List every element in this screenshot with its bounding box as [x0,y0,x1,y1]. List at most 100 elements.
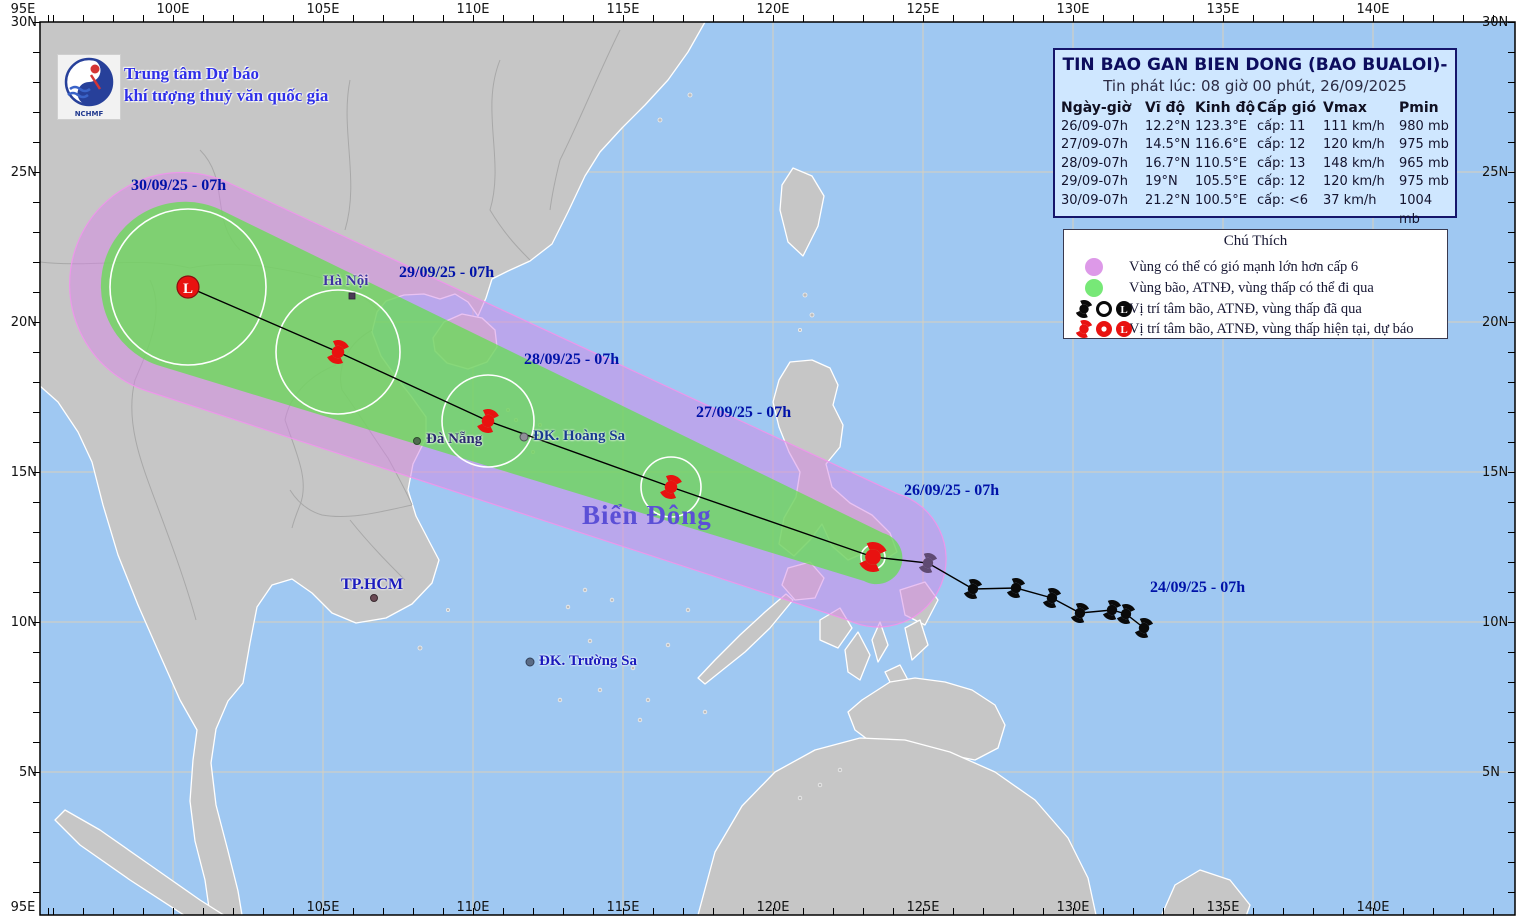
table-cell: 105.5°E [1195,173,1257,192]
col-header: Vĩ độ [1145,99,1195,118]
lon-label-top: 135E [1201,2,1245,17]
legend-item-label: Vị trí tâm bão, ATNĐ, vùng thấp hiện tại… [1129,321,1414,338]
table-cell: 30/09-07h [1061,192,1145,229]
svg-text:L: L [1120,304,1127,316]
table-cell: 110.5°E [1195,155,1257,174]
lon-label-top: 130E [1051,2,1095,17]
legend-title: Chú Thích [1064,233,1447,250]
table-cell: 14.5°N [1145,136,1195,155]
lat-label-left: 20N [3,315,37,330]
agency-name-line2: khí tượng thuỷ văn quốc gia [124,86,328,106]
lat-label-left: 5N [3,765,37,780]
green-area-icon [1072,278,1132,298]
table-cell: 975 mb [1399,136,1453,155]
lat-label-right: 15N [1482,465,1516,480]
lon-label-top: 115E [601,2,645,17]
col-header: Cấp gió [1257,99,1323,118]
col-header: Pmin [1399,99,1453,118]
track-date-label: 29/09/25 - 07h [399,264,494,282]
city-label-hoangsa: ĐK. Hoàng Sa [533,428,625,445]
track-date-label: 27/09/25 - 07h [696,404,791,422]
track-date-label: 24/09/25 - 07h [1150,579,1245,597]
table-cell: 26/09-07h [1061,118,1145,137]
storm-forecast-map-page: L 95E 100E 105E 110E 115E 120E 125E 130E… [0,0,1519,919]
logo-text: NCHMF [58,110,120,118]
lon-label-top: 105E [301,2,345,17]
tphcm-marker [371,595,378,602]
table-cell: 148 km/h [1323,155,1399,174]
table-cell: 111 km/h [1323,118,1399,137]
table-cell: 975 mb [1399,173,1453,192]
bulletin-info-box: TIN BAO GAN BIEN DONG (BAO BUALOI)- Tin … [1053,48,1457,218]
agency-name-line1: Trung tâm Dự báo [124,64,259,84]
legend: Chú Thích Vùng có thể có gió mạnh lớn hơ… [1063,229,1448,339]
lat-label-right: 10N [1482,615,1516,630]
lat-label-left: 10N [3,615,37,630]
table-cell: cấp: 12 [1257,173,1323,192]
city-label-tphcm: TP.HCM [341,576,403,594]
table-cell: cấp: 13 [1257,155,1323,174]
col-header: Ngày-giờ [1061,99,1145,118]
city-label-hanoi: Hà Nội [323,273,368,290]
danang-marker [414,438,421,445]
lon-label-bottom: 110E [451,900,495,915]
table-cell: 37 km/h [1323,192,1399,229]
lon-label-bottom: 130E [1051,900,1095,915]
lat-label-right: 5N [1482,765,1516,780]
past-position-icons: L [1072,299,1132,319]
legend-item-label: Vùng có thể có gió mạnh lớn hơn cấp 6 [1129,259,1358,276]
track-date-label: 26/09/25 - 07h [904,482,999,500]
table-cell: 100.5°E [1195,192,1257,229]
lon-label-top: 125E [901,2,945,17]
city-label-truongsa: ĐK. Trường Sa [539,653,637,670]
legend-item-label: Vùng bão, ATNĐ, vùng thấp có thể đi qua [1129,280,1374,297]
hoangsa-marker [520,433,528,441]
col-header: Kinh độ [1195,99,1257,118]
lon-label-top: 120E [751,2,795,17]
table-cell: 980 mb [1399,118,1453,137]
lat-label-left: 25N [3,165,37,180]
city-label-danang: Đà Nẵng [426,431,482,448]
svg-text:L: L [183,281,193,297]
table-cell: 28/09-07h [1061,155,1145,174]
table-cell: 120 km/h [1323,173,1399,192]
lat-label-left: 15N [3,465,37,480]
bulletin-issued-time: Tin phát lúc: 08 giờ 00 phút, 26/09/2025 [1055,77,1455,95]
lon-label-bottom: 140E [1351,900,1395,915]
table-cell: 19°N [1145,173,1195,192]
bulletin-title: TIN BAO GAN BIEN DONG (BAO BUALOI)- [1055,55,1455,75]
table-cell: 29/09-07h [1061,173,1145,192]
sea-name-label: Biển Đông [582,500,712,531]
lon-label-top: 110E [451,2,495,17]
lon-label-bottom: 105E [301,900,345,915]
table-cell: 123.3°E [1195,118,1257,137]
lon-label-top: 140E [1351,2,1395,17]
svg-text:L: L [1120,324,1127,336]
table-cell: 27/09-07h [1061,136,1145,155]
table-cell: 16.7°N [1145,155,1195,174]
table-cell: cấp: 12 [1257,136,1323,155]
col-header: Vmax [1323,99,1399,118]
table-cell: 21.2°N [1145,192,1195,229]
agency-logo: NCHMF [57,54,121,120]
low-pressure-marker: L [177,276,199,298]
table-cell: cấp: 11 [1257,118,1323,137]
lat-label-left: 30N [3,15,37,30]
truongsa-marker [526,658,534,666]
purple-area-icon [1072,257,1132,277]
lat-label-right: 25N [1482,165,1516,180]
table-cell: 1004 mb [1399,192,1453,229]
track-date-label: 28/09/25 - 07h [524,351,619,369]
table-cell: cấp: <6 [1257,192,1323,229]
lon-label-bottom: 120E [751,900,795,915]
forecast-table: Ngày-giờ Vĩ độ Kinh độ Cấp gió Vmax Pmin… [1061,99,1449,229]
table-cell: 965 mb [1399,155,1453,174]
lon-label-top: 100E [151,2,195,17]
lat-label-right: 20N [1482,315,1516,330]
table-cell: 120 km/h [1323,136,1399,155]
legend-item-label: Vị trí tâm bão, ATNĐ, vùng thấp đã qua [1129,301,1362,318]
track-date-label: 30/09/25 - 07h [131,177,226,195]
current-forecast-position-icons: L [1072,319,1132,339]
hanoi-marker [349,293,355,299]
lon-label-bottom: 135E [1201,900,1245,915]
